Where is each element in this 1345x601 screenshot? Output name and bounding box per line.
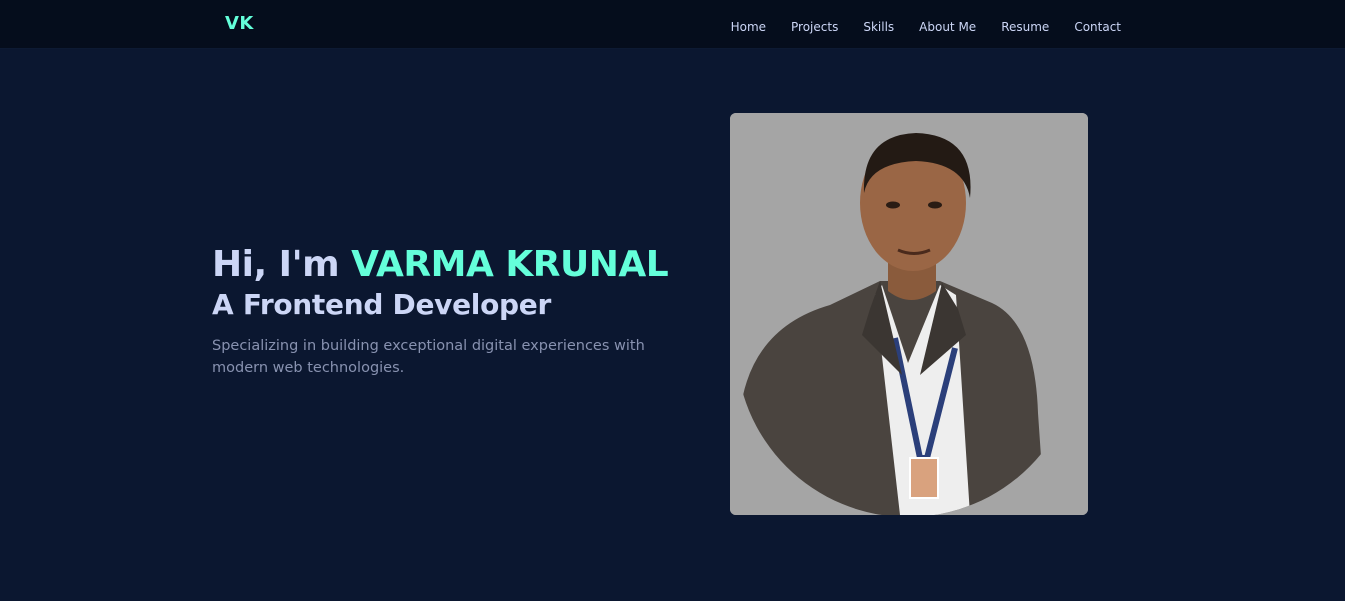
nav-item-home: Home [731,16,766,35]
nav-item-resume: Resume [976,16,1049,35]
hero-name: VARMA KRUNAL [351,244,669,285]
nav-link-resume[interactable]: Resume [1001,20,1049,34]
hero-greeting: Hi, I'm [212,244,352,285]
nav-links: Home Projects Skills About Me Resume Con… [731,16,1121,35]
hero-section: Hi, I'm VARMA KRUNAL A Frontend Develope… [212,243,682,379]
nav-item-projects: Projects [766,16,838,35]
nav-link-skills[interactable]: Skills [863,20,894,34]
nav-item-contact: Contact [1049,16,1121,35]
profile-photo-illustration [730,113,1088,515]
logo[interactable]: VK [225,13,254,34]
hero-title: Hi, I'm VARMA KRUNAL [212,243,682,287]
nav-item-about: About Me [894,16,976,35]
nav-link-home[interactable]: Home [731,20,766,34]
navbar: VK Home Projects Skills About Me Resume … [0,0,1345,49]
nav-link-projects[interactable]: Projects [791,20,838,34]
nav-link-contact[interactable]: Contact [1074,20,1121,34]
profile-photo [730,113,1088,515]
hero-description: Specializing in building exceptional dig… [212,338,645,376]
nav-link-about[interactable]: About Me [919,20,976,34]
nav-item-skills: Skills [838,16,894,35]
hero-subtitle: A Frontend Developer [212,288,551,321]
